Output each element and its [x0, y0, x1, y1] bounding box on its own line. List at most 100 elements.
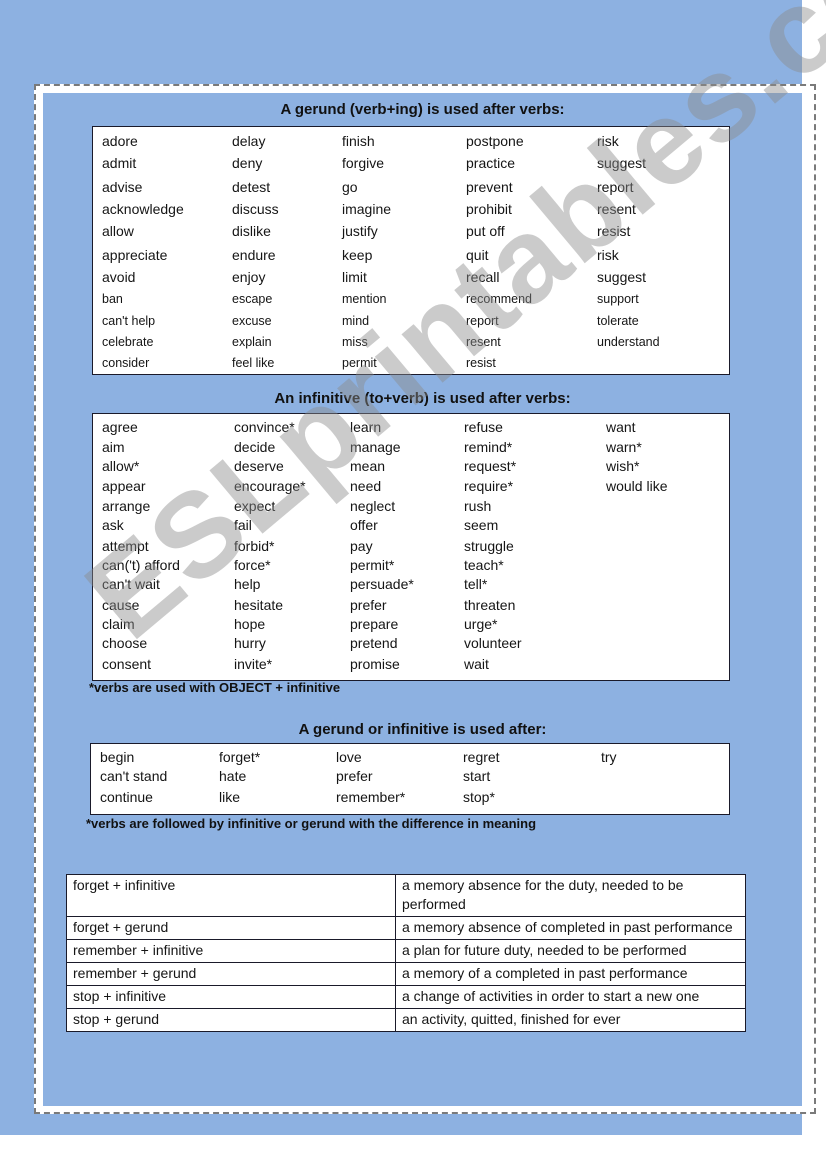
gerund-verbs-box: adore admit advise acknowledge allow apprecia…	[92, 126, 730, 375]
verb-item: report	[466, 314, 499, 328]
verb-item: struggle	[464, 538, 514, 554]
verb-item: adore	[102, 133, 138, 149]
verb-item: quit	[466, 247, 489, 263]
meaning-cell: an activity, quitted, finished for ever	[395, 1008, 746, 1032]
verb-item: suggest	[597, 269, 647, 285]
verb-item: promise	[350, 656, 400, 672]
meaning-difference-note: *verbs are followed by infinitive or ger…	[86, 816, 537, 831]
verb-item: force*	[234, 557, 271, 573]
meaning-cell: a memory absence for the duty, needed to…	[395, 874, 746, 917]
verb-item: discuss	[232, 201, 279, 217]
meaning-row: remember + gerund a memory of a completed…	[66, 962, 746, 986]
verb-item: miss	[342, 335, 368, 349]
verb-item: prepare	[350, 616, 399, 632]
verb-item: try	[601, 749, 617, 765]
verb-item: prefer	[336, 768, 373, 784]
verb-item: expect	[234, 498, 276, 514]
verb-item: attempt	[102, 538, 149, 554]
verb-item: advise	[102, 179, 143, 195]
verb-item: forbid*	[234, 538, 275, 554]
verb-item: want	[606, 419, 636, 435]
verb-item: wish*	[606, 458, 640, 474]
meaning-table: forget + infinitive a memory absence for …	[66, 874, 746, 1032]
verb-item: escape	[232, 292, 273, 306]
verb-item: go	[342, 179, 358, 195]
meaning-row: remember + infinitive a plan for future d…	[66, 939, 746, 963]
verb-item: excuse	[232, 314, 272, 328]
verb-item: permit*	[350, 557, 395, 573]
verb-item: explain	[232, 335, 272, 349]
verb-item: forget*	[219, 749, 261, 765]
verb-form-cell: forget + infinitive	[66, 874, 396, 917]
verb-item: prefer	[350, 597, 387, 613]
verb-item: tolerate	[597, 314, 639, 328]
verb-item: justify	[342, 223, 378, 239]
verb-item: aim	[102, 439, 125, 455]
verb-item: threaten	[464, 597, 516, 613]
verb-item: appreciate	[102, 247, 168, 263]
verb-item: manage	[350, 439, 401, 455]
verb-form-cell: remember + infinitive	[66, 939, 396, 963]
verb-item: claim	[102, 616, 135, 632]
verb-form-cell: stop + gerund	[66, 1008, 396, 1032]
meaning-cell: a change of activities in order to start…	[395, 985, 746, 1009]
verb-form-cell: remember + gerund	[66, 962, 396, 986]
verb-item: teach*	[464, 557, 504, 573]
verb-item: refuse	[464, 419, 503, 435]
verb-item: remember*	[336, 789, 406, 805]
verb-item: start	[463, 768, 491, 784]
verb-form-cell: forget + gerund	[66, 916, 396, 940]
verb-item: resist	[597, 223, 631, 239]
verb-item: can't stand	[100, 768, 168, 784]
verb-item: hate	[219, 768, 247, 784]
meaning-cell: a memory of a completed in past performa…	[395, 962, 746, 986]
verb-item: can't wait	[102, 576, 160, 592]
verb-item: mention	[342, 292, 387, 306]
verb-item: need	[350, 478, 382, 494]
verb-item: arrange	[102, 498, 151, 514]
verb-item: help	[234, 576, 261, 592]
verb-item: invite*	[234, 656, 273, 672]
verb-item: acknowledge	[102, 201, 184, 217]
verb-item: urge*	[464, 616, 498, 632]
verb-item: ask	[102, 517, 124, 533]
verb-item: mean	[350, 458, 386, 474]
verb-item: deny	[232, 155, 263, 171]
verb-item: resist	[466, 356, 496, 370]
infinitive-note: *verbs are used with OBJECT + infinitive	[89, 680, 341, 695]
verb-item: warn*	[606, 439, 642, 455]
verb-item: love	[336, 749, 362, 765]
verb-item: pay	[350, 538, 373, 554]
verb-item: remind*	[464, 439, 513, 455]
verb-item: encourage*	[234, 478, 306, 494]
meaning-row: stop + gerund an activity, quitted, finis…	[66, 1008, 746, 1032]
verb-item: practice	[466, 155, 516, 171]
verb-item: require*	[464, 478, 514, 494]
verb-item: keep	[342, 247, 373, 263]
verb-item: dislike	[232, 223, 271, 239]
verb-item: enjoy	[232, 269, 266, 285]
verb-item: prohibit	[466, 201, 512, 217]
gerund-or-infinitive-heading: A gerund or infinitive is used after:	[298, 721, 547, 738]
verb-item: feel like	[232, 356, 275, 370]
verb-item: risk	[597, 133, 619, 149]
verb-item: offer	[350, 517, 378, 533]
verb-item: ban	[102, 292, 123, 306]
verb-item: prevent	[466, 179, 513, 195]
verb-item: postpone	[466, 133, 524, 149]
verb-item: regret	[463, 749, 500, 765]
gerund-or-infinitive-box: begin can't stand continue forget* hate like l…	[90, 743, 730, 815]
verb-item: report	[597, 179, 634, 195]
verb-item: neglect	[350, 498, 396, 514]
verb-item: can't help	[102, 314, 156, 328]
verb-item: suggest	[597, 155, 647, 171]
verb-item: convince*	[234, 419, 295, 435]
verb-item: pretend	[350, 635, 398, 651]
verb-item: imagine	[342, 201, 392, 217]
verb-item: appear	[102, 478, 146, 494]
verb-item: request*	[464, 458, 517, 474]
verb-item: continue	[100, 789, 153, 805]
verb-item: put off	[466, 223, 505, 239]
verb-item: seem	[464, 517, 499, 533]
verb-item: recommend	[466, 292, 532, 306]
